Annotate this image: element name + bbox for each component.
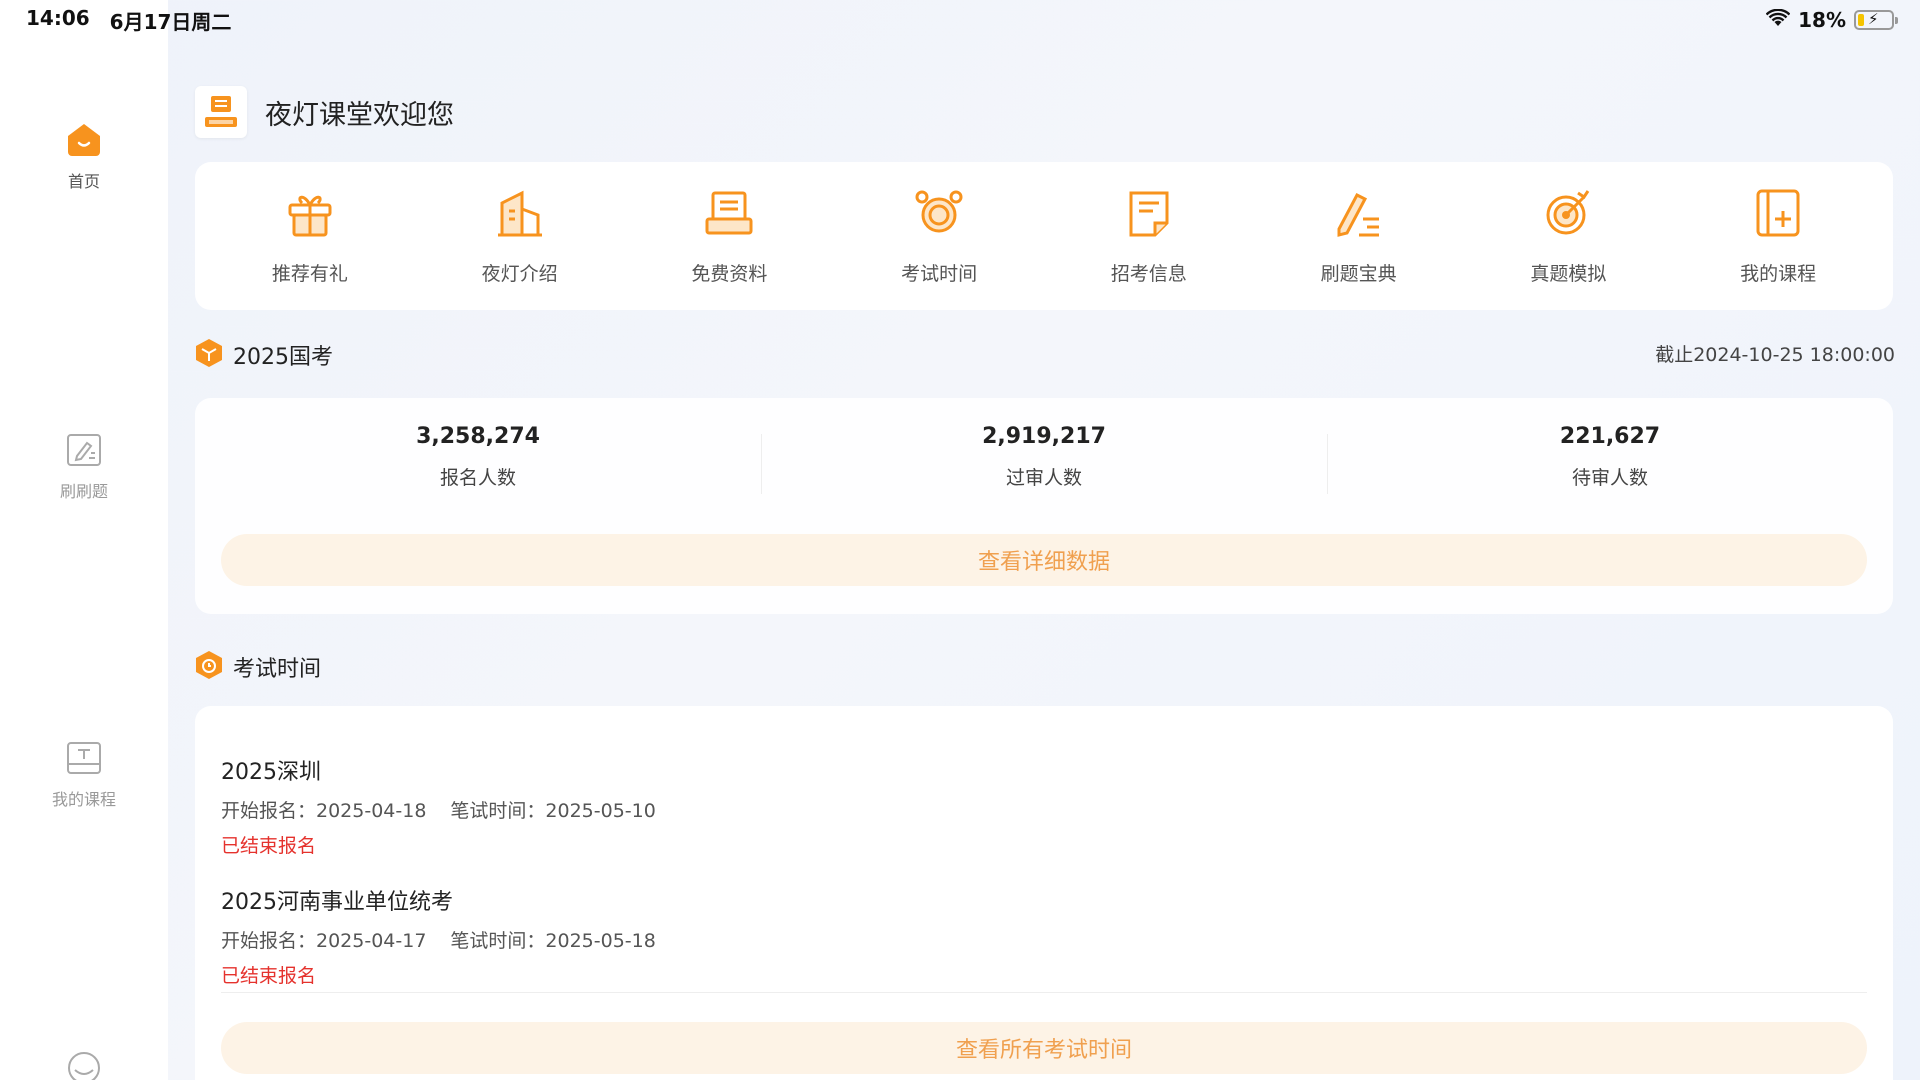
page-header: 夜灯课堂欢迎您 xyxy=(195,86,454,138)
stat-value: 3,258,274 xyxy=(416,424,540,449)
course-board-icon xyxy=(65,740,103,780)
section-title: 考试时间 xyxy=(233,657,322,682)
stat-approved: 2,919,217 过审人数 xyxy=(761,424,1327,508)
sidebar-item-home[interactable]: 首页 xyxy=(0,122,168,192)
quick-item-label: 招考信息 xyxy=(1110,262,1187,285)
quick-item-my-courses[interactable]: 我的课程 xyxy=(1688,187,1868,286)
deadline-text: 截止2024-10-25 18:00:00 xyxy=(1655,344,1895,366)
page-title: 夜灯课堂欢迎您 xyxy=(265,99,454,131)
quick-item-label: 免费资料 xyxy=(691,262,768,285)
exam-time-card: 2025深圳 开始报名：2025-04-18 笔试时间：2025-05-10 已… xyxy=(195,706,1893,1080)
quick-menu: 推荐有礼 夜灯介绍 免费资料 考试时间 招考信息 刷题宝典 真题模拟 我的课程 xyxy=(195,162,1893,310)
document-stack-icon xyxy=(703,187,755,243)
exam-name: 2025河南事业单位统考 xyxy=(221,890,453,915)
quick-item-referral[interactable]: 推荐有礼 xyxy=(220,187,400,286)
stats-card: 3,258,274 报名人数 2,919,217 过审人数 221,627 待审… xyxy=(195,398,1893,614)
quick-item-label: 考试时间 xyxy=(901,262,978,285)
section-header-national-exam: 2025国考 xyxy=(195,338,333,372)
stat-value: 221,627 xyxy=(1559,424,1661,449)
quick-item-label: 真题模拟 xyxy=(1530,262,1607,285)
exam-written-date: 笔试时间：2025-05-10 xyxy=(450,800,656,822)
building-icon xyxy=(494,187,546,243)
quick-item-intro[interactable]: 夜灯介绍 xyxy=(430,187,610,286)
exam-start-date: 开始报名：2025-04-17 xyxy=(221,930,427,952)
stat-pending: 221,627 待审人数 xyxy=(1327,424,1893,508)
edit-note-icon xyxy=(65,432,103,472)
exam-status: 已结束报名 xyxy=(221,965,317,987)
section-header-exam-time: 考试时间 xyxy=(195,650,321,684)
loading-icon xyxy=(65,1050,103,1080)
sidebar-item-label: 刷刷题 xyxy=(59,482,108,501)
quick-item-recruitment-info[interactable]: 招考信息 xyxy=(1059,187,1239,286)
view-all-exam-time-button[interactable]: 查看所有考试时间 xyxy=(221,1022,1867,1074)
stat-registered: 3,258,274 报名人数 xyxy=(195,424,761,508)
pen-list-icon xyxy=(1333,187,1385,243)
sidebar-item-label: 我的课程 xyxy=(51,790,116,809)
view-detail-button[interactable]: 查看详细数据 xyxy=(221,534,1867,586)
quick-item-label: 刷题宝典 xyxy=(1320,262,1397,285)
home-icon xyxy=(66,122,102,162)
quick-item-mock-exam[interactable]: 真题模拟 xyxy=(1478,187,1658,286)
wifi-icon xyxy=(1765,8,1791,32)
sidebar-item-practice[interactable]: 刷刷题 xyxy=(0,432,168,502)
sidebar-item-my-courses[interactable]: 我的课程 xyxy=(0,740,168,810)
sidebar-item-more[interactable] xyxy=(0,1050,168,1080)
battery-percent: 18% xyxy=(1798,8,1846,32)
battery-icon: ⚡ xyxy=(1854,10,1898,30)
divider xyxy=(221,992,1867,993)
exam-name: 2025深圳 xyxy=(221,760,321,785)
notice-icon xyxy=(1123,187,1175,243)
status-bar: 14:06 6月17日周二 18% ⚡ xyxy=(0,0,1920,40)
alarm-badge-icon xyxy=(195,650,223,684)
quick-item-label: 推荐有礼 xyxy=(271,262,348,285)
cube-badge-icon xyxy=(195,338,223,372)
exam-status: 已结束报名 xyxy=(221,835,317,857)
book-logo-icon xyxy=(195,86,247,138)
sidebar-item-label: 首页 xyxy=(67,172,100,191)
battery-level xyxy=(1858,14,1864,26)
main-content: 夜灯课堂欢迎您 推荐有礼 夜灯介绍 免费资料 考试时间 招考信息 刷题宝典 真题… xyxy=(195,0,1895,1080)
stat-label: 待审人数 xyxy=(1571,467,1648,489)
exam-start-date: 开始报名：2025-04-18 xyxy=(221,800,427,822)
gift-icon xyxy=(284,187,336,243)
course-add-icon xyxy=(1752,187,1804,243)
quick-item-question-bank[interactable]: 刷题宝典 xyxy=(1269,187,1449,286)
quick-item-free-materials[interactable]: 免费资料 xyxy=(639,187,819,286)
quick-item-exam-time[interactable]: 考试时间 xyxy=(849,187,1029,286)
alarm-clock-icon xyxy=(913,187,965,243)
section-title: 2025国考 xyxy=(233,345,333,370)
stat-label: 报名人数 xyxy=(439,467,516,489)
exam-written-date: 笔试时间：2025-05-18 xyxy=(450,930,656,952)
target-icon xyxy=(1542,187,1594,243)
stat-label: 过审人数 xyxy=(1005,467,1082,489)
sidebar: 首页 刷刷题 我的课程 xyxy=(0,0,168,1080)
status-time: 14:06 xyxy=(26,5,90,30)
exam-item[interactable]: 2025深圳 开始报名：2025-04-18 笔试时间：2025-05-10 已… xyxy=(221,754,1867,858)
charging-bolt-icon: ⚡ xyxy=(1868,10,1879,28)
quick-item-label: 我的课程 xyxy=(1740,262,1817,285)
status-date: 6月17日周二 xyxy=(109,9,232,34)
exam-item[interactable]: 2025河南事业单位统考 开始报名：2025-04-17 笔试时间：2025-0… xyxy=(221,884,1867,988)
quick-item-label: 夜灯介绍 xyxy=(481,262,558,285)
stat-value: 2,919,217 xyxy=(982,424,1106,449)
